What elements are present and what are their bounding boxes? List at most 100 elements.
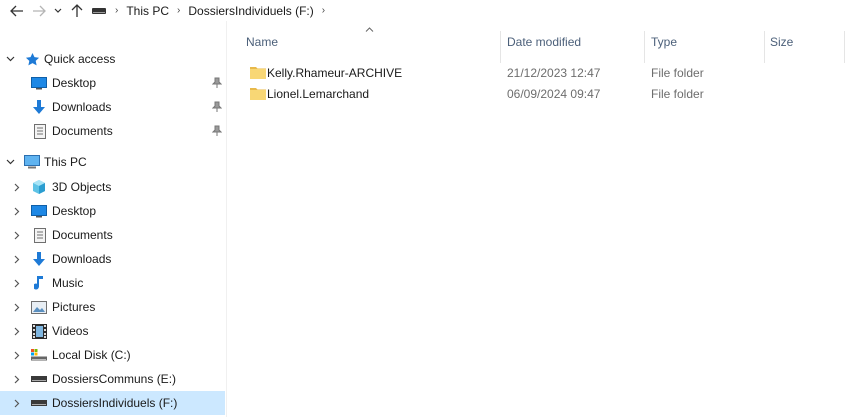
column-divider[interactable] bbox=[844, 31, 845, 63]
sidebar-item-dossiers-individuels-f[interactable]: DossiersIndividuels (F:) bbox=[0, 391, 225, 415]
sidebar-item-pictures[interactable]: Pictures bbox=[0, 295, 225, 319]
back-button[interactable] bbox=[6, 0, 28, 21]
column-header-name[interactable]: Name bbox=[246, 21, 500, 63]
documents-icon bbox=[32, 227, 48, 243]
arrow-left-icon bbox=[10, 5, 23, 16]
desktop-icon bbox=[31, 75, 47, 91]
computer-icon bbox=[24, 154, 40, 170]
chevron-right-icon[interactable] bbox=[12, 182, 22, 192]
sidebar-item-label: Documents bbox=[52, 228, 113, 242]
star-icon bbox=[24, 51, 40, 67]
sidebar-item-this-pc[interactable]: This PC bbox=[0, 150, 225, 174]
file-name: Lionel.Lemarchand bbox=[267, 86, 370, 101]
chevron-right-icon[interactable]: › bbox=[317, 5, 330, 16]
arrow-up-icon bbox=[71, 3, 83, 17]
folder-icon bbox=[250, 67, 266, 79]
drive-icon bbox=[31, 395, 47, 411]
pin-icon[interactable] bbox=[212, 101, 222, 113]
column-divider[interactable] bbox=[500, 31, 501, 63]
file-date-modified: 21/12/2023 12:47 bbox=[507, 65, 601, 80]
chevron-right-icon[interactable] bbox=[12, 302, 22, 312]
pictures-icon bbox=[31, 299, 47, 315]
sidebar-item-downloads-quick[interactable]: Downloads bbox=[0, 95, 225, 119]
music-icon bbox=[32, 275, 48, 291]
column-header-label: Name bbox=[246, 35, 279, 49]
column-divider[interactable] bbox=[644, 31, 645, 63]
sidebar-item-label: This PC bbox=[44, 155, 87, 169]
sidebar-item-label: Videos bbox=[52, 324, 89, 338]
3d-objects-icon bbox=[31, 179, 47, 195]
videos-icon bbox=[31, 323, 47, 339]
sidebar-item-downloads[interactable]: Downloads bbox=[0, 247, 225, 271]
column-header-type[interactable]: Type bbox=[651, 21, 763, 63]
breadcrumb-this-pc[interactable]: This PC bbox=[123, 4, 172, 18]
chevron-right-icon[interactable] bbox=[12, 398, 22, 408]
sidebar-item-label: DossiersCommuns (E:) bbox=[52, 372, 177, 386]
drive-icon bbox=[92, 7, 106, 14]
drive-icon bbox=[31, 371, 47, 387]
breadcrumb: › This PC › DossiersIndividuels (F:) › bbox=[92, 4, 330, 18]
recent-locations-button[interactable] bbox=[50, 0, 66, 21]
file-type: File folder bbox=[651, 65, 704, 80]
file-type: File folder bbox=[651, 86, 704, 101]
sidebar-item-label: Downloads bbox=[52, 100, 112, 114]
downloads-icon bbox=[31, 99, 47, 115]
sidebar-item-label: Local Disk (C:) bbox=[52, 348, 131, 362]
chevron-right-icon[interactable] bbox=[12, 326, 22, 336]
column-divider[interactable] bbox=[764, 31, 765, 63]
breadcrumb-current-drive[interactable]: DossiersIndividuels (F:) bbox=[185, 4, 316, 18]
folder-icon bbox=[250, 88, 266, 100]
chevron-right-icon[interactable] bbox=[12, 350, 22, 360]
sidebar-item-documents-quick[interactable]: Documents bbox=[0, 119, 225, 143]
chevron-right-icon[interactable]: › bbox=[172, 5, 185, 16]
chevron-down-icon[interactable] bbox=[5, 157, 15, 167]
chevron-right-icon[interactable] bbox=[12, 374, 22, 384]
sidebar-item-quick-access[interactable]: Quick access bbox=[0, 47, 225, 71]
chevron-right-icon[interactable] bbox=[12, 230, 22, 240]
column-header-label: Type bbox=[651, 35, 678, 49]
chevron-down-icon[interactable] bbox=[5, 54, 15, 64]
arrow-right-icon bbox=[33, 5, 46, 16]
chevron-right-icon[interactable] bbox=[12, 206, 22, 216]
sidebar-item-label: Desktop bbox=[52, 204, 97, 218]
sidebar-item-desktop[interactable]: Desktop bbox=[0, 199, 225, 223]
column-header-label: Size bbox=[770, 35, 794, 49]
sidebar-item-documents[interactable]: Documents bbox=[0, 223, 225, 247]
sidebar-item-dossiers-communs-e[interactable]: DossiersCommuns (E:) bbox=[0, 367, 225, 391]
up-button[interactable] bbox=[66, 0, 88, 21]
desktop-icon bbox=[31, 203, 47, 219]
sidebar-item-local-disk-c[interactable]: Local Disk (C:) bbox=[0, 343, 225, 367]
file-name: Kelly.Rhameur-ARCHIVE bbox=[267, 65, 403, 80]
navigation-pane: Quick access Desktop Downloads Documents… bbox=[0, 21, 227, 417]
column-header-date-modified[interactable]: Date modified bbox=[507, 21, 643, 63]
chevron-right-icon[interactable]: › bbox=[110, 5, 123, 16]
sidebar-item-music[interactable]: Music bbox=[0, 271, 225, 295]
sidebar-item-3d-objects[interactable]: 3D Objects bbox=[0, 175, 225, 199]
table-row[interactable]: Kelly.Rhameur-ARCHIVE 21/12/2023 12:47 F… bbox=[228, 62, 852, 83]
pin-icon[interactable] bbox=[212, 77, 222, 89]
file-date-modified: 06/09/2024 09:47 bbox=[507, 86, 601, 101]
local-disk-icon bbox=[31, 347, 47, 363]
sidebar-item-label: Documents bbox=[52, 124, 113, 138]
sidebar-item-label: Quick access bbox=[44, 52, 116, 66]
sidebar-item-label: 3D Objects bbox=[52, 180, 112, 194]
sidebar-item-label: Desktop bbox=[52, 76, 97, 90]
pin-icon[interactable] bbox=[212, 125, 222, 137]
chevron-down-icon bbox=[54, 8, 62, 13]
sidebar-item-label: Music bbox=[52, 276, 84, 290]
address-bar: › This PC › DossiersIndividuels (F:) › bbox=[0, 0, 852, 21]
chevron-right-icon[interactable] bbox=[12, 254, 22, 264]
sidebar-item-label: Pictures bbox=[52, 300, 96, 314]
file-list: Name Date modified Type Size Kelly.Rhame… bbox=[228, 21, 852, 417]
column-header-label: Date modified bbox=[507, 35, 582, 49]
sidebar-item-label: Downloads bbox=[52, 252, 112, 266]
sidebar-item-desktop-quick[interactable]: Desktop bbox=[0, 71, 225, 95]
forward-button[interactable] bbox=[28, 0, 50, 21]
table-row[interactable]: Lionel.Lemarchand 06/09/2024 09:47 File … bbox=[228, 83, 852, 104]
sidebar-item-label: DossiersIndividuels (F:) bbox=[52, 396, 178, 410]
downloads-icon bbox=[31, 251, 47, 267]
column-header-size[interactable]: Size bbox=[770, 21, 840, 63]
chevron-right-icon[interactable] bbox=[12, 278, 22, 288]
documents-icon bbox=[32, 123, 48, 139]
sidebar-item-videos[interactable]: Videos bbox=[0, 319, 225, 343]
